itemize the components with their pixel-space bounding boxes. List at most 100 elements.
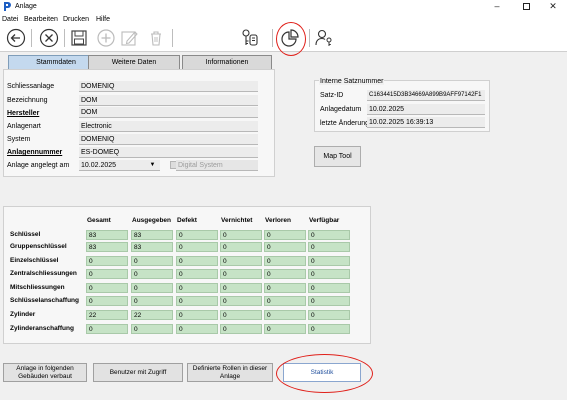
stat-cell: 0 [131,283,173,293]
stat-cell: 0 [220,256,262,266]
stat-cell: 0 [176,310,218,320]
toolbar-separator [64,29,65,47]
stat-cell: 0 [176,230,218,240]
row-label: Schlüssel [10,231,41,238]
stat-cell: 0 [308,310,350,320]
chevron-down-icon[interactable]: ▼ [147,160,158,171]
row-label: Zentralschliessungen [10,270,77,277]
anlagedatum-label: Anlagedatum [320,106,362,113]
stat-cell: 0 [176,283,218,293]
user-key-icon[interactable] [314,28,334,48]
stat-cell: 83 [86,242,128,252]
stat-cell: 0 [264,283,306,293]
stat-cell: 0 [176,296,218,306]
column-header: Verfügbar [309,217,340,224]
satzid-label: Satz-ID [320,92,344,99]
toolbar-separator [272,29,273,47]
stat-cell: 0 [131,296,173,306]
stat-cell: 0 [308,324,350,334]
stat-cell: 0 [176,269,218,279]
menu-drucken[interactable]: Drucken [63,16,89,23]
anlagenart-label: Anlagenart [7,123,41,130]
rollen-button[interactable]: Definierte Rollen in dieser Anlage [187,363,273,382]
stat-cell: 0 [86,296,128,306]
anlagenart-field[interactable]: Electronic [79,121,258,132]
tab-weitere-daten[interactable]: Weitere Daten [88,55,180,69]
row-label: Schlüsselanschaffung [10,297,79,304]
angelegt-label: Anlage angelegt am [7,162,70,169]
stat-cell: 0 [308,256,350,266]
stat-cell: 0 [264,269,306,279]
stat-cell: 0 [86,324,128,334]
stat-cell: 22 [86,310,128,320]
column-header: Ausgegeben [132,217,172,224]
toolbar-separator [31,29,32,47]
stat-cell: 0 [220,242,262,252]
stat-cell: 0 [86,256,128,266]
stat-cell: 0 [308,242,350,252]
stat-cell: 0 [86,269,128,279]
stat-cell: 0 [308,269,350,279]
menu-hilfe[interactable]: Hilfe [96,16,110,23]
stat-cell: 0 [176,324,218,334]
add-icon[interactable] [96,28,116,48]
digital-system-label: Digital System [176,160,258,171]
stat-cell: 0 [131,324,173,334]
column-header: Verloren [265,217,292,224]
back-icon[interactable] [6,28,26,48]
stat-cell: 0 [86,283,128,293]
row-label: Zylinderanschaffung [10,325,74,332]
stat-cell: 0 [308,296,350,306]
map-tool-button[interactable]: Map Tool [314,146,361,167]
stat-cell: 0 [220,230,262,240]
hersteller-field[interactable]: DOM [79,107,258,118]
highlight-circle [276,22,306,56]
save-icon[interactable] [69,28,89,48]
row-label: Gruppenschlüssel [10,243,67,250]
bezeichnung-field[interactable]: DOM [79,95,258,106]
hersteller-label[interactable]: Hersteller [7,110,39,117]
satzid-field: C1634415D3B34669A899B9AFF97142F1 [367,90,485,101]
delete-icon[interactable] [146,28,166,48]
cancel-icon[interactable] [39,28,59,48]
stat-cell: 83 [131,242,173,252]
stat-cell: 0 [220,269,262,279]
stat-cell: 0 [264,242,306,252]
close-window-button[interactable]: ✕ [539,0,567,13]
stat-cell: 0 [220,310,262,320]
row-label: Einzelschlüssel [10,257,59,264]
row-label: Zylinder [10,311,36,318]
bezeichnung-label: Bezeichnung [7,97,48,104]
tab-informationen[interactable]: Informationen [182,55,272,69]
maximize-button[interactable] [512,0,540,13]
column-header: Vernichtet [221,217,253,224]
stat-cell: 83 [131,230,173,240]
schliessanlage-field[interactable]: DOMENIQ [79,81,258,92]
letzte-aenderung-field: 10.02.2025 16:39:13 [367,117,485,128]
anlagedatum-field: 10.02.2025 [367,104,485,115]
column-header: Defekt [177,217,197,224]
minimize-button[interactable]: – [483,0,511,13]
stat-cell: 0 [176,242,218,252]
menu-datei[interactable]: Datei [2,16,18,23]
window-title: Anlage [15,3,37,10]
stat-cell: 22 [131,310,173,320]
column-header: Gesamt [87,217,111,224]
system-field[interactable]: DOMENIQ [79,134,258,145]
stat-cell: 0 [131,256,173,266]
menu-bearbeiten[interactable]: Bearbeiten [24,16,58,23]
stat-cell: 0 [264,296,306,306]
stat-cell: 0 [220,296,262,306]
system-label: System [7,136,31,143]
row-label: Mitschliessungen [10,284,65,291]
anlagennummer-field[interactable]: ES-DOMEQ [79,147,258,158]
key-search-icon[interactable] [240,28,260,48]
edit-icon[interactable] [119,28,139,48]
stat-cell: 0 [131,269,173,279]
anlagennummer-label[interactable]: Anlagennummer [7,149,62,156]
stat-cell: 0 [176,256,218,266]
stat-cell: 0 [308,230,350,240]
gebaeude-button[interactable]: Anlage in folgenden Gebäuden verbaut [3,363,87,382]
benutzer-zugriff-button[interactable]: Benutzer mit Zugriff [93,363,183,382]
toolbar-separator [309,29,310,47]
